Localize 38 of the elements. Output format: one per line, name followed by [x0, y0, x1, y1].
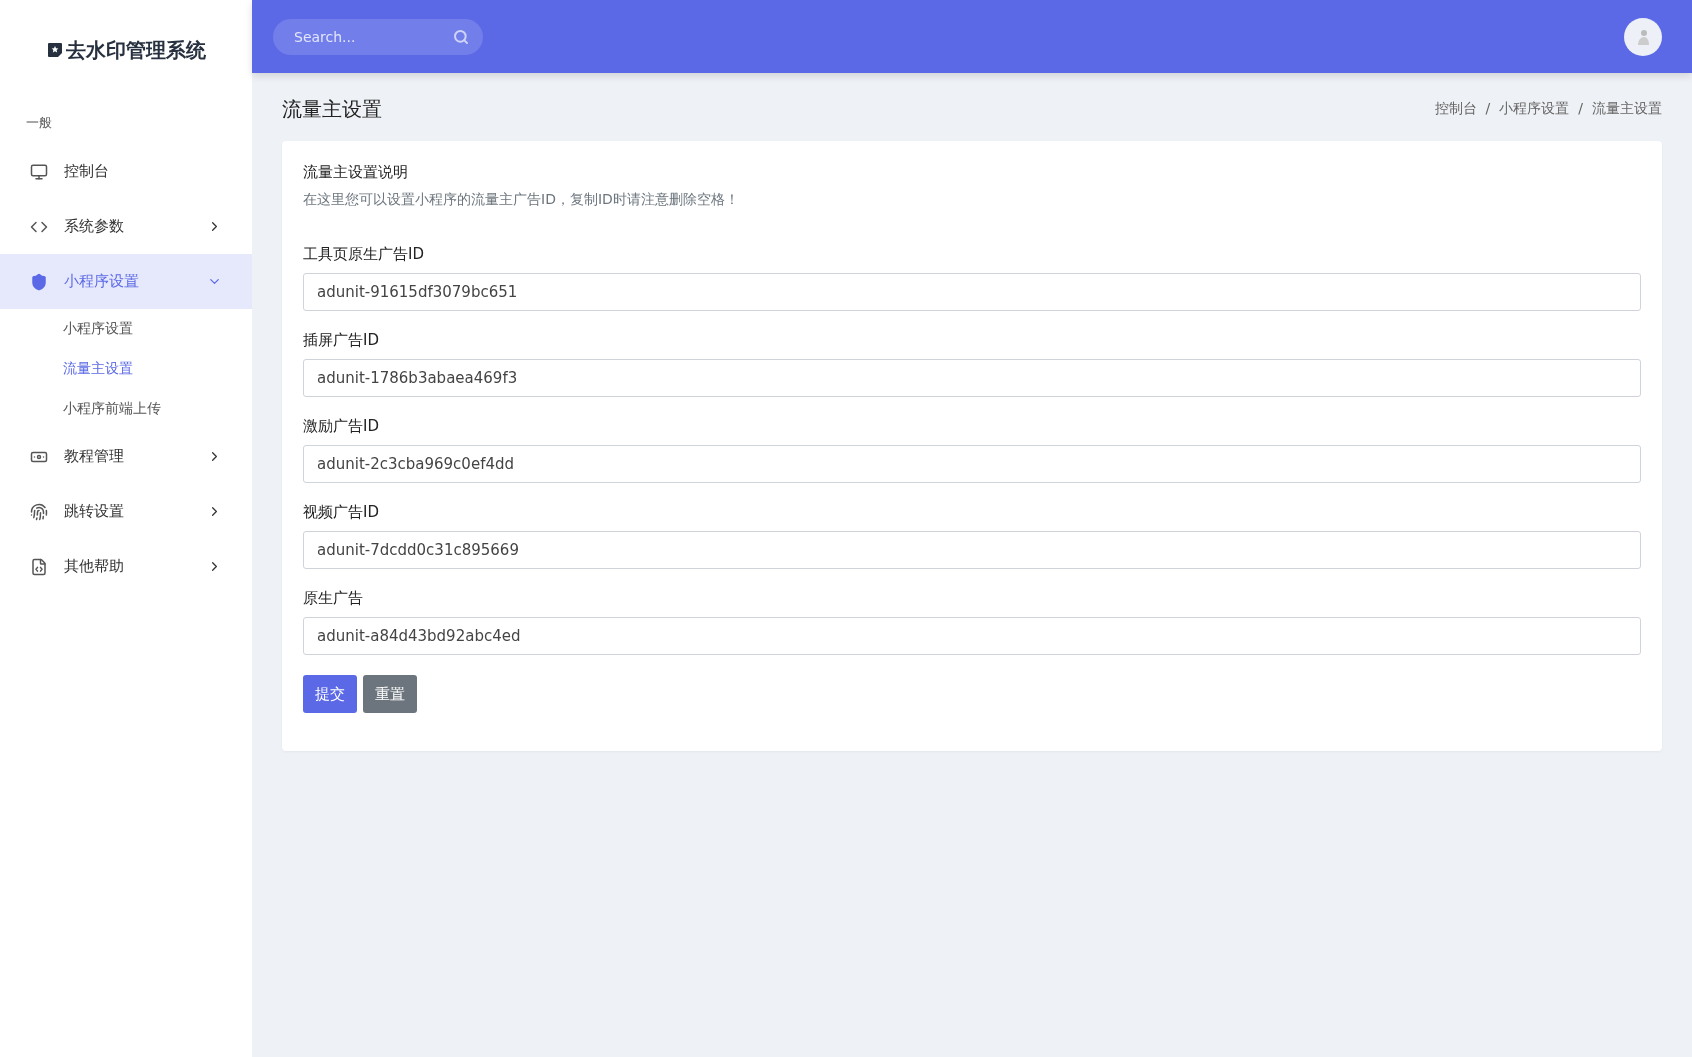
- sidebar-subitem[interactable]: 小程序设置: [0, 309, 252, 349]
- sidebar-item[interactable]: 小程序设置: [0, 254, 252, 309]
- fingerprint-icon: [30, 502, 48, 521]
- input-field[interactable]: adunit-1786b3abaea469f3: [303, 359, 1641, 397]
- logo-icon: [46, 42, 63, 58]
- sidebar-subitem[interactable]: 小程序前端上传: [0, 389, 252, 429]
- field-label: 原生广告: [303, 589, 364, 608]
- card-description: 在这里您可以设置小程序的流量主广告ID，复制ID时请注意删除空格！: [303, 191, 740, 209]
- field-label: 激励广告ID: [303, 417, 380, 436]
- breadcrumb-separator: /: [1578, 100, 1583, 118]
- reset-button[interactable]: 重置: [363, 675, 417, 713]
- page-title: 流量主设置: [282, 95, 382, 123]
- shield-icon: [30, 272, 48, 291]
- submit-button[interactable]: 提交: [303, 675, 357, 713]
- input-field[interactable]: adunit-a84d43bd92abc4ed: [303, 617, 1641, 655]
- search-icon[interactable]: [453, 28, 469, 45]
- sidebar-item[interactable]: 其他帮助: [0, 539, 252, 594]
- sidebar-item[interactable]: 跳转设置: [0, 484, 252, 539]
- file-code-icon: [30, 557, 48, 576]
- field-label: 视频广告ID: [303, 503, 380, 522]
- avatar[interactable]: [1624, 17, 1662, 56]
- monitor-icon: [30, 162, 48, 181]
- breadcrumb-item[interactable]: 控制台: [1434, 100, 1477, 118]
- field-label: 工具页原生广告ID: [303, 245, 425, 264]
- sidebar-item[interactable]: 教程管理: [0, 429, 252, 484]
- sidebar-item[interactable]: 系统参数: [0, 199, 252, 254]
- input-field[interactable]: adunit-91615df3079bc651: [303, 273, 1641, 311]
- breadcrumb-item[interactable]: 小程序设置: [1499, 100, 1570, 118]
- input-field[interactable]: adunit-2c3cba969c0ef4dd: [303, 445, 1641, 483]
- card-title: 流量主设置说明: [303, 163, 409, 182]
- field-label: 插屏广告ID: [303, 331, 380, 350]
- sidebar-item[interactable]: 控制台: [0, 144, 252, 199]
- sidebar-section-label: 一般: [25, 114, 53, 132]
- breadcrumb-item: 流量主设置: [1592, 100, 1662, 118]
- app-title: 去水印管理系统: [65, 36, 206, 64]
- sidebar-subitem[interactable]: 流量主设置: [0, 349, 252, 389]
- breadcrumb-separator: /: [1485, 100, 1491, 118]
- input-field[interactable]: adunit-7dcdd0c31c895669: [303, 531, 1641, 569]
